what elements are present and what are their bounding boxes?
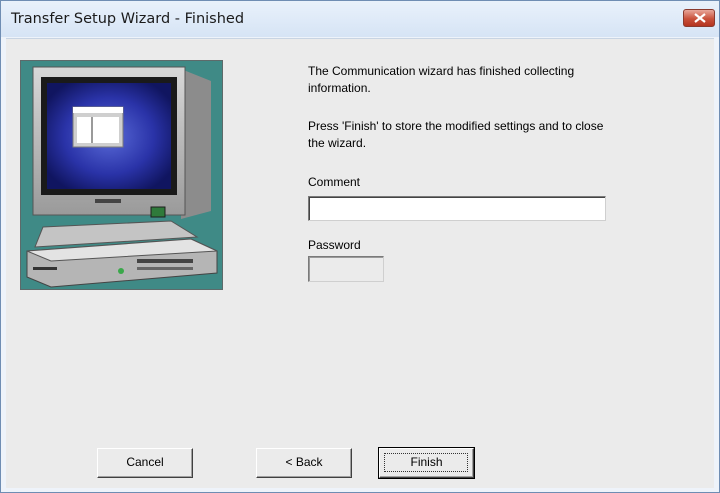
close-button[interactable]	[683, 9, 715, 27]
finish-button-label: Finish	[410, 455, 443, 469]
comment-label: Comment	[308, 175, 361, 189]
instruction-message: Press 'Finish' to store the modified set…	[308, 118, 603, 152]
finish-button[interactable]: Finish	[378, 447, 475, 479]
title-bar: Transfer Setup Wizard - Finished	[1, 1, 719, 37]
cancel-button[interactable]: Cancel	[97, 448, 193, 478]
close-icon	[694, 13, 706, 23]
password-field[interactable]	[308, 256, 384, 282]
finished-message-line2: information.	[308, 81, 371, 95]
finished-message-line1: The Communication wizard has finished co…	[308, 64, 575, 78]
instruction-message-line1: Press 'Finish' to store the modified set…	[308, 119, 604, 133]
password-label: Password	[308, 238, 361, 252]
instruction-message-line2: the wizard.	[308, 136, 367, 150]
wizard-window: Transfer Setup Wizard - Finished The Com…	[0, 0, 720, 493]
comment-field[interactable]	[308, 196, 606, 221]
computer-illustration	[20, 60, 223, 290]
window-title: Transfer Setup Wizard - Finished	[11, 11, 245, 27]
finished-message: The Communication wizard has finished co…	[308, 63, 574, 97]
back-button[interactable]: < Back	[256, 448, 352, 478]
wizard-body: The Communication wizard has finished co…	[6, 38, 714, 488]
